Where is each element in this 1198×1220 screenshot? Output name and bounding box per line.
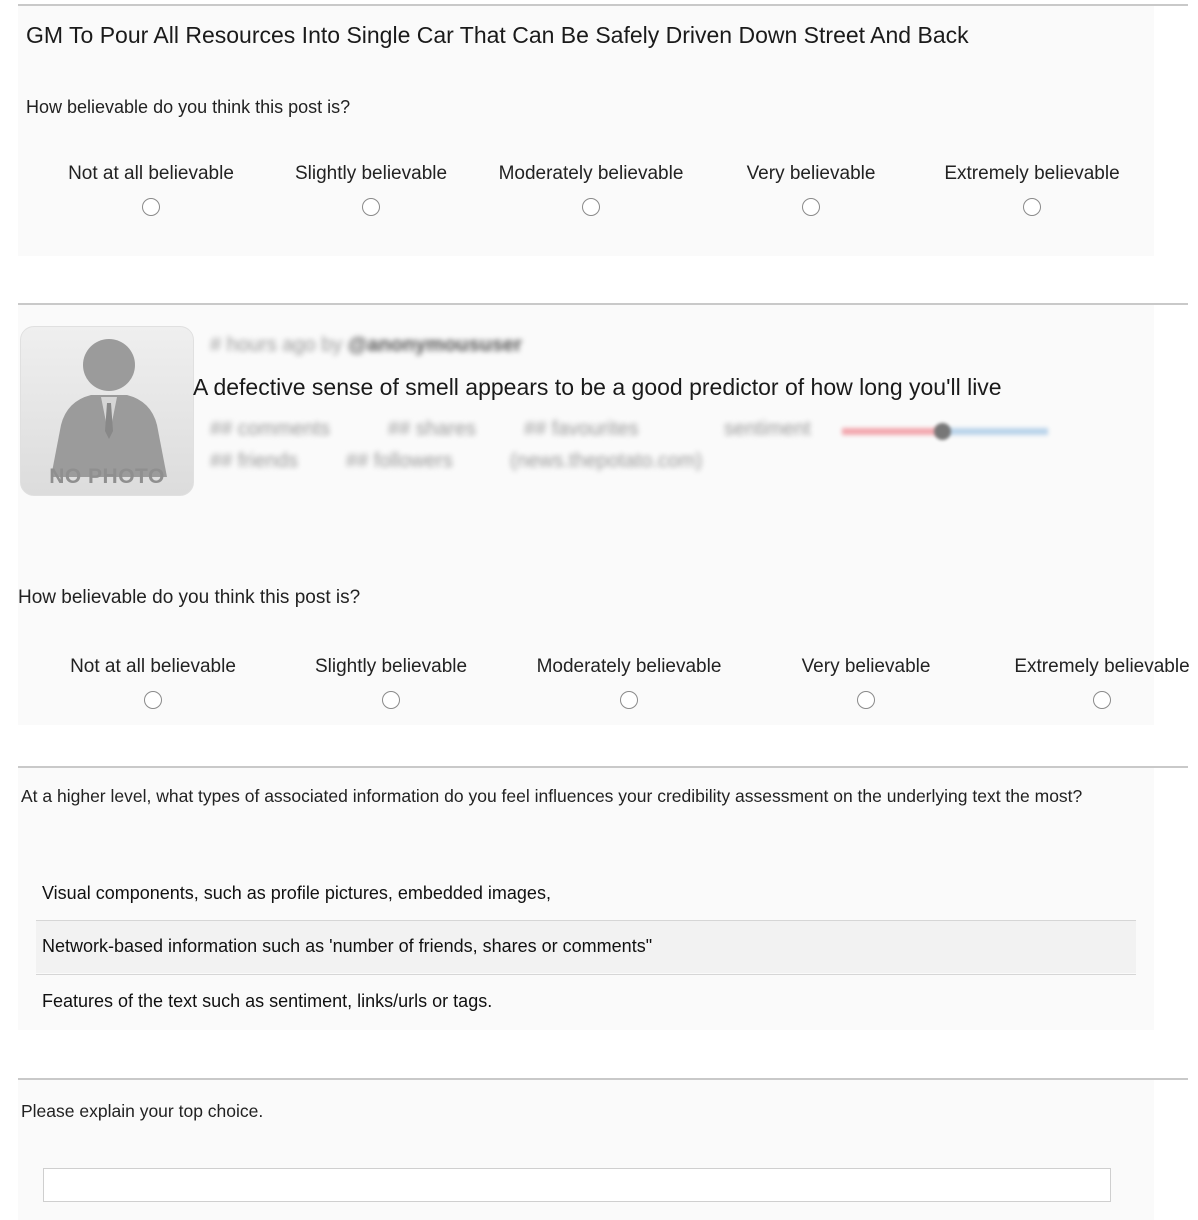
q3-option-text-features[interactable]: Features of the text such as sentiment, …	[36, 976, 1136, 1028]
post1-radio-slightly[interactable]	[362, 198, 380, 216]
post2-radio-moderately[interactable]	[620, 691, 638, 709]
post2-label-extremely: Extremely believable	[1014, 656, 1190, 677]
post1-radio-extremely[interactable]	[1023, 198, 1041, 216]
post2-meta: # hours ago by @anonymoususer	[210, 334, 522, 357]
post2-label-moderately: Moderately believable	[536, 656, 722, 677]
post2-radio-very[interactable]	[857, 691, 875, 709]
post1-label-moderately: Moderately believable	[498, 163, 684, 184]
q3-option-visual[interactable]: Visual components, such as profile pictu…	[36, 868, 1136, 920]
post1-radio-very[interactable]	[802, 198, 820, 216]
post1-radio-not-at-all[interactable]	[142, 198, 160, 216]
post2-stat-shares: ## shares	[388, 418, 476, 440]
post2-text: A defective sense of smell appears to be…	[193, 374, 1002, 400]
post1-label-slightly: Slightly believable	[294, 163, 448, 184]
post2-stat-sentiment: sentiment	[724, 418, 811, 440]
post2-radio-not-at-all[interactable]	[144, 691, 162, 709]
post2-question: How believable do you think this post is…	[18, 587, 361, 608]
post1-label-not-at-all: Not at all believable	[68, 163, 234, 184]
post2-stat-friends: ## friends	[210, 450, 298, 472]
post1-label-very: Very believable	[746, 163, 876, 184]
q3-option-divider	[36, 974, 1136, 975]
post2-label-slightly: Slightly believable	[314, 656, 468, 677]
post1-radio-moderately[interactable]	[582, 198, 600, 216]
q4-question: Please explain your top choice.	[21, 1101, 264, 1121]
post2-source-link: (news.thepotato.com)	[510, 450, 703, 472]
post2-stat-comments: ## comments	[210, 418, 331, 440]
post2-stat-followers: ## followers	[346, 450, 453, 472]
sentiment-bar-positive	[944, 428, 1048, 435]
post2-label-very: Very believable	[801, 656, 931, 677]
avatar-label: NO PHOTO	[49, 465, 165, 488]
post2-username: @anonymoususer	[347, 334, 522, 356]
post2-radio-slightly[interactable]	[382, 691, 400, 709]
avatar-no-photo: NO PHOTO	[20, 326, 194, 496]
explain-input[interactable]	[43, 1168, 1111, 1202]
post1-label-extremely: Extremely believable	[944, 163, 1120, 184]
post2-stat-favourites: ## favourites	[524, 418, 639, 440]
q3-question: At a higher level, what types of associa…	[21, 786, 1083, 806]
post2-time: # hours ago by	[210, 334, 343, 356]
sentiment-bar-negative	[842, 428, 942, 435]
post1-question: How believable do you think this post is…	[26, 97, 351, 117]
post1-headline: GM To Pour All Resources Into Single Car…	[26, 22, 969, 48]
q3-option-network[interactable]: Network-based information such as 'numbe…	[36, 921, 1136, 973]
post2-label-not-at-all: Not at all believable	[70, 656, 236, 677]
sentiment-marker-icon	[934, 423, 951, 440]
post2-radio-extremely[interactable]	[1093, 691, 1111, 709]
